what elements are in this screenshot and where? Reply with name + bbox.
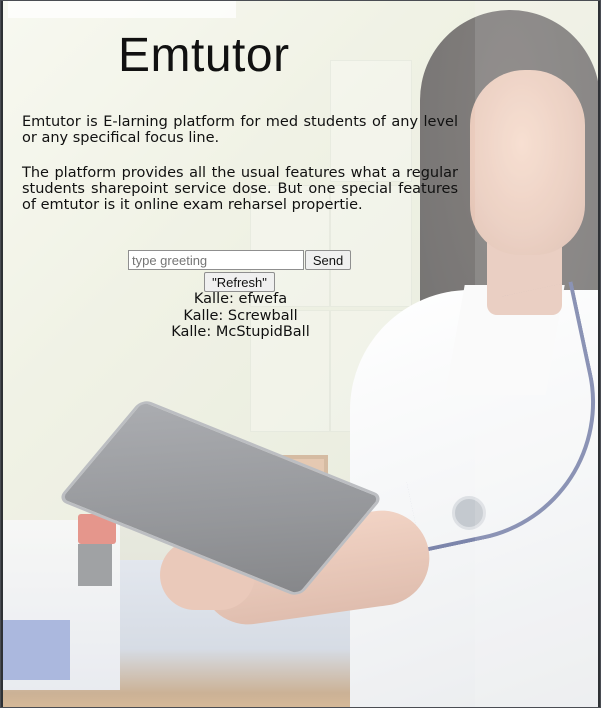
page-title: Emtutor — [118, 29, 290, 82]
refresh-button[interactable]: "Refresh" — [204, 272, 275, 292]
window-edge-left — [0, 0, 3, 708]
list-item: Kalle: Screwball — [183, 307, 298, 324]
intro-paragraph: Emtutor is E-larning platform for med st… — [22, 114, 458, 146]
send-button[interactable]: Send — [305, 250, 351, 270]
greeting-input[interactable] — [128, 250, 304, 270]
list-item: Kalle: McStupidBall — [171, 324, 310, 340]
features-paragraph: The platform provides all the usual feat… — [22, 165, 458, 213]
background-photo — [0, 0, 601, 708]
list-item: Kalle: efwefa — [193, 291, 288, 307]
message-list: Kalle: efwefa Kalle: Screwball Kalle: Mc… — [128, 291, 353, 341]
